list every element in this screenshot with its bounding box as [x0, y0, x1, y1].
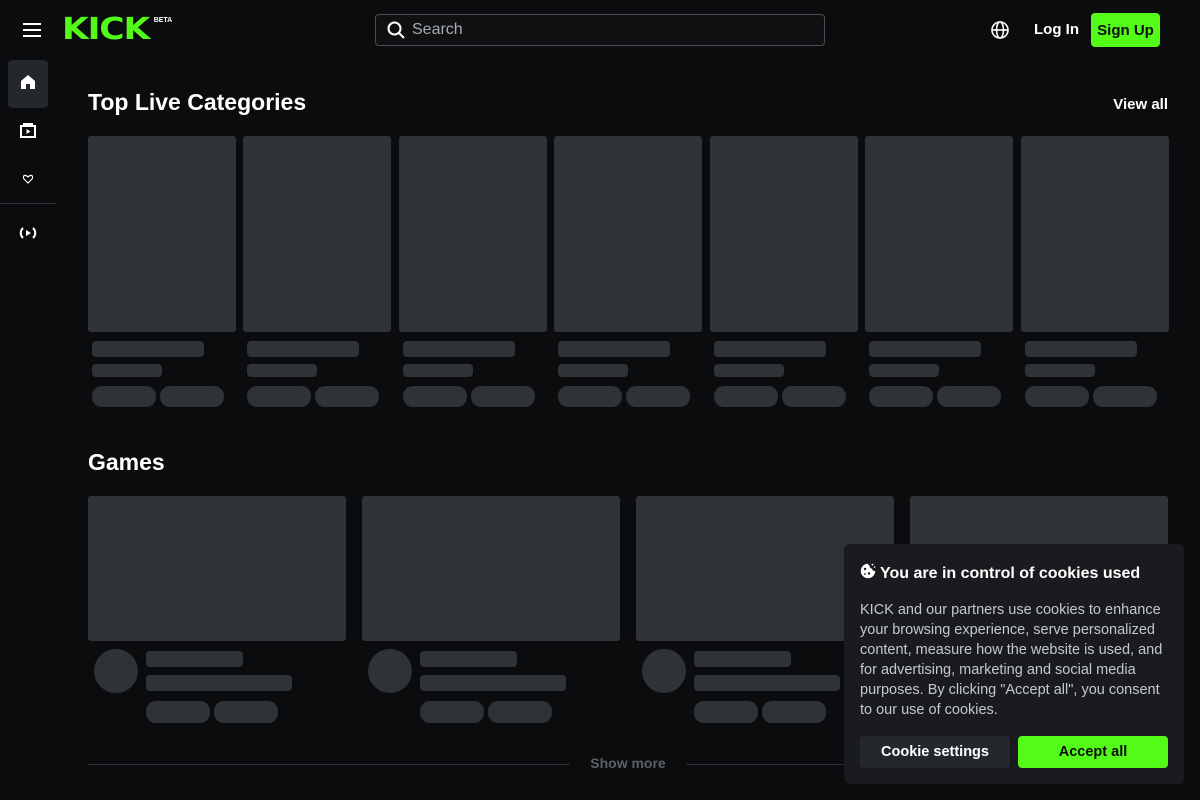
- category-tag-skeleton: [247, 386, 311, 407]
- category-tag-skeleton: [403, 386, 467, 407]
- game-card-skeleton[interactable]: [88, 496, 346, 641]
- browse-icon: [20, 122, 36, 143]
- cookie-icon: [860, 563, 876, 584]
- sidebar: [0, 60, 56, 800]
- cookie-settings-button[interactable]: Cookie settings: [860, 736, 1010, 768]
- category-tag-skeleton: [714, 386, 778, 407]
- category-viewers-skeleton: [714, 364, 784, 377]
- category-viewers-skeleton: [558, 364, 628, 377]
- heart-icon: [22, 171, 34, 189]
- category-viewers-skeleton: [403, 364, 473, 377]
- search-input[interactable]: [412, 21, 792, 39]
- sidebar-item-browse[interactable]: [8, 108, 48, 156]
- sidebar-divider: [0, 203, 56, 204]
- menu-icon[interactable]: [16, 16, 48, 44]
- game-title-skeleton: [420, 651, 517, 667]
- search-bar[interactable]: [375, 14, 825, 46]
- category-tag-skeleton: [626, 386, 690, 407]
- game-tag-skeleton: [488, 701, 552, 723]
- cookie-title: You are in control of cookies used: [880, 564, 1141, 582]
- signup-button[interactable]: Sign Up: [1091, 13, 1160, 47]
- category-viewers-skeleton: [247, 364, 317, 377]
- category-viewers-skeleton: [1025, 364, 1095, 377]
- game-subtitle-skeleton: [694, 675, 840, 691]
- category-title-skeleton: [247, 341, 359, 357]
- category-title-skeleton: [869, 341, 981, 357]
- category-tag-skeleton: [471, 386, 535, 407]
- game-tag-skeleton: [214, 701, 278, 723]
- category-title-skeleton: [92, 341, 204, 357]
- sidebar-item-home[interactable]: [8, 60, 48, 108]
- category-card-skeleton[interactable]: [399, 136, 547, 332]
- category-title-skeleton: [558, 341, 670, 357]
- category-card-skeleton[interactable]: [710, 136, 858, 332]
- game-tag-skeleton: [762, 701, 826, 723]
- category-tag-skeleton: [1025, 386, 1089, 407]
- view-all-link[interactable]: View all: [1112, 96, 1168, 113]
- sidebar-item-live[interactable]: [8, 211, 48, 259]
- category-tag-skeleton: [782, 386, 846, 407]
- game-tag-skeleton: [146, 701, 210, 723]
- game-tag-skeleton: [694, 701, 758, 723]
- category-tag-skeleton: [869, 386, 933, 407]
- category-card-skeleton[interactable]: [865, 136, 1013, 332]
- cookie-header: You are in control of cookies used: [860, 563, 1140, 584]
- category-tag-skeleton: [315, 386, 379, 407]
- game-subtitle-skeleton: [146, 675, 292, 691]
- accept-all-button[interactable]: Accept all: [1018, 736, 1168, 768]
- avatar-skeleton: [368, 649, 412, 693]
- login-button[interactable]: Log In: [1026, 14, 1087, 46]
- live-broadcast-icon: [19, 226, 37, 244]
- sidebar-item-following[interactable]: [8, 156, 48, 204]
- cookie-description: KICK and our partners use cookies to enh…: [860, 602, 1163, 718]
- show-more-button[interactable]: Show more: [580, 755, 676, 775]
- game-title-skeleton: [146, 651, 243, 667]
- category-card-skeleton[interactable]: [88, 136, 236, 332]
- search-icon: [386, 20, 406, 40]
- category-viewers-skeleton: [92, 364, 162, 377]
- avatar-skeleton: [642, 649, 686, 693]
- category-title-skeleton: [403, 341, 515, 357]
- divider-left: [88, 764, 570, 765]
- category-tag-skeleton: [937, 386, 1001, 407]
- category-card-skeleton[interactable]: [243, 136, 391, 332]
- home-icon: [20, 74, 36, 95]
- game-subtitle-skeleton: [420, 675, 566, 691]
- category-tag-skeleton: [160, 386, 224, 407]
- game-card-skeleton[interactable]: [362, 496, 620, 641]
- category-card-skeleton[interactable]: [1021, 136, 1169, 332]
- top-bar: KICK BETA Log In Sign Up: [0, 0, 1200, 60]
- category-card-skeleton[interactable]: [554, 136, 702, 332]
- category-tag-skeleton: [92, 386, 156, 407]
- language-globe-icon[interactable]: [988, 18, 1012, 42]
- section-title-top-live-categories: Top Live Categories: [88, 89, 307, 115]
- game-title-skeleton: [694, 651, 791, 667]
- kick-logo[interactable]: KICK BETA: [62, 12, 173, 47]
- category-tag-skeleton: [558, 386, 622, 407]
- beta-badge: BETA: [153, 17, 173, 24]
- avatar-skeleton: [94, 649, 138, 693]
- category-viewers-skeleton: [869, 364, 939, 377]
- logo-text: KICK: [62, 12, 150, 47]
- category-title-skeleton: [1025, 341, 1137, 357]
- category-tag-skeleton: [1093, 386, 1157, 407]
- section-title-games: Games: [88, 449, 165, 475]
- category-title-skeleton: [714, 341, 826, 357]
- game-tag-skeleton: [420, 701, 484, 723]
